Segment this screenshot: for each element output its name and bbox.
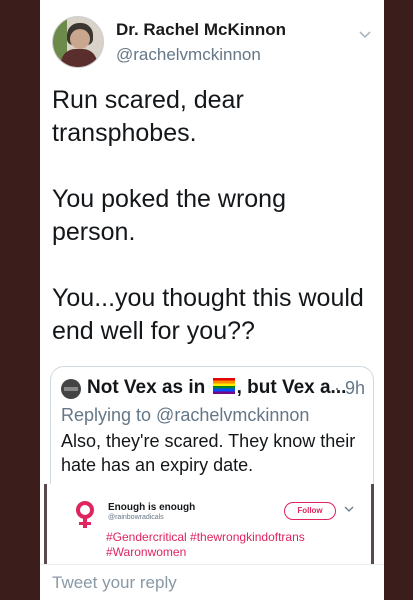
tweet-header: Dr. Rachel McKinnon @rachelvmckinnon	[40, 12, 384, 72]
quoted-tweet-header: Not Vex as in , but Vex a... · 9h	[61, 377, 365, 401]
reply-input[interactable]: Tweet your reply	[52, 573, 177, 593]
follow-button[interactable]: Follow	[284, 502, 336, 520]
quoted-display-name[interactable]: Not Vex as in , but Vex a...	[87, 377, 346, 399]
quoted-timestamp: · 9h	[333, 378, 365, 398]
embedded-display-name: Enough is enough	[108, 502, 196, 513]
chevron-down-icon[interactable]	[344, 504, 354, 514]
venus-fist-icon	[76, 501, 94, 528]
tweet-text: Run scared, dear transphobes. You poked …	[52, 86, 364, 345]
chevron-down-icon[interactable]	[358, 28, 372, 42]
avatar[interactable]	[52, 16, 104, 68]
left-frame	[0, 0, 40, 600]
reply-bar: Tweet your reply	[40, 564, 384, 600]
user-handle[interactable]: @rachelvmckinnon	[116, 45, 261, 65]
embedded-hashtags[interactable]: #Gendercritical #thewrongkindoftrans #Wa…	[106, 530, 366, 560]
right-frame	[384, 0, 413, 600]
display-name[interactable]: Dr. Rachel McKinnon	[116, 20, 286, 40]
quoted-avatar[interactable]	[61, 379, 81, 399]
quoted-name-prefix: Not Vex as in	[87, 377, 206, 398]
quoted-name-suffix: , but Vex a...	[236, 377, 347, 398]
avatar-face	[70, 29, 90, 49]
quoted-tweet-text: Also, they're scared. They know their ha…	[61, 431, 356, 475]
rainbow-flag-icon	[212, 378, 235, 394]
embedded-handle: @rainbowradicals	[108, 514, 164, 521]
avatar-body	[61, 49, 97, 67]
replying-to-label[interactable]: Replying to @rachelvmckinnon	[61, 405, 309, 426]
